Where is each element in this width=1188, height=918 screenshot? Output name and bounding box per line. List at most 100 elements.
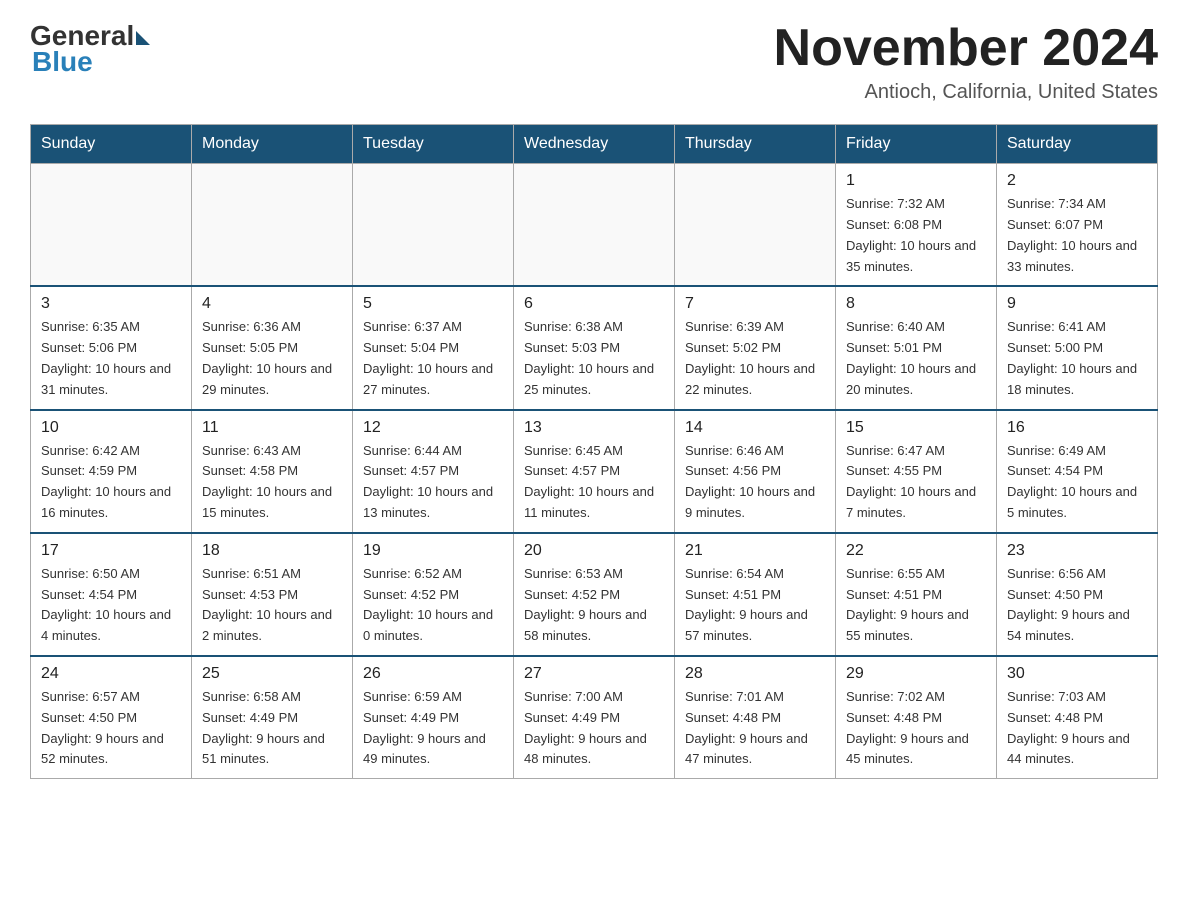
- calendar-cell: 29Sunrise: 7:02 AMSunset: 4:48 PMDayligh…: [836, 656, 997, 779]
- day-number: 23: [1007, 542, 1147, 560]
- day-number: 30: [1007, 665, 1147, 683]
- day-info: Sunrise: 6:57 AMSunset: 4:50 PMDaylight:…: [41, 687, 181, 770]
- location-subtitle: Antioch, California, United States: [774, 81, 1158, 104]
- day-number: 3: [41, 295, 181, 313]
- calendar-week-row: 24 Sunrise: 6:57 AMSunset: 4:50 PMDayligh…: [31, 656, 1158, 779]
- day-number: 18: [202, 542, 342, 560]
- calendar-cell: 20 Sunrise: 6:53 AMSunset: 4:52 PMDayligh…: [514, 533, 675, 656]
- day-number: 21: [685, 542, 825, 560]
- day-info: Sunrise: 6:52 AMSunset: 4:52 PMDaylight:…: [363, 564, 503, 647]
- weekday-header-saturday: Saturday: [997, 125, 1158, 164]
- calendar-cell: [675, 164, 836, 287]
- day-info: Sunrise: 7:03 AMSunset: 4:48 PMDaylight:…: [1007, 687, 1147, 770]
- day-info: Sunrise: 6:47 AMSunset: 4:55 PMDaylight:…: [846, 441, 986, 524]
- day-info: Sunrise: 6:54 AMSunset: 4:51 PMDaylight:…: [685, 564, 825, 647]
- day-number: 10: [41, 419, 181, 437]
- day-number: 4: [202, 295, 342, 313]
- day-number: 6: [524, 295, 664, 313]
- calendar-cell: 1 Sunrise: 7:32 AMSunset: 6:08 PMDaylight…: [836, 164, 997, 287]
- calendar-cell: 22 Sunrise: 6:55 AMSunset: 4:51 PMDayligh…: [836, 533, 997, 656]
- calendar-cell: 6 Sunrise: 6:38 AMSunset: 5:03 PMDaylight…: [514, 286, 675, 409]
- day-number: 29: [846, 665, 986, 683]
- calendar-cell: 16Sunrise: 6:49 AMSunset: 4:54 PMDayligh…: [997, 410, 1158, 533]
- title-area: November 2024 Antioch, California, Unite…: [774, 20, 1158, 104]
- day-number: 24: [41, 665, 181, 683]
- weekday-header-sunday: Sunday: [31, 125, 192, 164]
- weekday-header-tuesday: Tuesday: [353, 125, 514, 164]
- weekday-header-monday: Monday: [192, 125, 353, 164]
- calendar-cell: [514, 164, 675, 287]
- calendar-cell: 2 Sunrise: 7:34 AMSunset: 6:07 PMDaylight…: [997, 164, 1158, 287]
- day-number: 9: [1007, 295, 1147, 313]
- calendar-cell: 27 Sunrise: 7:00 AMSunset: 4:49 PMDayligh…: [514, 656, 675, 779]
- day-number: 25: [202, 665, 342, 683]
- calendar-cell: 7 Sunrise: 6:39 AMSunset: 5:02 PMDaylight…: [675, 286, 836, 409]
- calendar-cell: 24 Sunrise: 6:57 AMSunset: 4:50 PMDayligh…: [31, 656, 192, 779]
- calendar-cell: 8Sunrise: 6:40 AMSunset: 5:01 PMDaylight…: [836, 286, 997, 409]
- calendar-cell: 14 Sunrise: 6:46 AMSunset: 4:56 PMDayligh…: [675, 410, 836, 533]
- day-info: Sunrise: 6:50 AMSunset: 4:54 PMDaylight:…: [41, 564, 181, 647]
- day-info: Sunrise: 6:35 AMSunset: 5:06 PMDaylight:…: [41, 317, 181, 400]
- day-number: 2: [1007, 172, 1147, 190]
- day-info: Sunrise: 6:56 AMSunset: 4:50 PMDaylight:…: [1007, 564, 1147, 647]
- calendar-cell: 13Sunrise: 6:45 AMSunset: 4:57 PMDayligh…: [514, 410, 675, 533]
- day-info: Sunrise: 6:46 AMSunset: 4:56 PMDaylight:…: [685, 441, 825, 524]
- calendar-cell: 23 Sunrise: 6:56 AMSunset: 4:50 PMDayligh…: [997, 533, 1158, 656]
- weekday-header-wednesday: Wednesday: [514, 125, 675, 164]
- calendar-cell: [192, 164, 353, 287]
- day-info: Sunrise: 6:42 AMSunset: 4:59 PMDaylight:…: [41, 441, 181, 524]
- calendar-cell: 9 Sunrise: 6:41 AMSunset: 5:00 PMDaylight…: [997, 286, 1158, 409]
- calendar-cell: 4 Sunrise: 6:36 AMSunset: 5:05 PMDaylight…: [192, 286, 353, 409]
- logo: General Blue: [30, 20, 150, 78]
- day-info: Sunrise: 7:34 AMSunset: 6:07 PMDaylight:…: [1007, 194, 1147, 277]
- calendar-cell: 25Sunrise: 6:58 AMSunset: 4:49 PMDayligh…: [192, 656, 353, 779]
- calendar-cell: 19Sunrise: 6:52 AMSunset: 4:52 PMDayligh…: [353, 533, 514, 656]
- day-info: Sunrise: 6:36 AMSunset: 5:05 PMDaylight:…: [202, 317, 342, 400]
- day-info: Sunrise: 7:00 AMSunset: 4:49 PMDaylight:…: [524, 687, 664, 770]
- day-info: Sunrise: 6:38 AMSunset: 5:03 PMDaylight:…: [524, 317, 664, 400]
- day-info: Sunrise: 6:51 AMSunset: 4:53 PMDaylight:…: [202, 564, 342, 647]
- calendar-cell: 12Sunrise: 6:44 AMSunset: 4:57 PMDayligh…: [353, 410, 514, 533]
- day-number: 11: [202, 419, 342, 437]
- day-number: 7: [685, 295, 825, 313]
- month-title: November 2024: [774, 20, 1158, 77]
- day-info: Sunrise: 6:55 AMSunset: 4:51 PMDaylight:…: [846, 564, 986, 647]
- day-info: Sunrise: 6:39 AMSunset: 5:02 PMDaylight:…: [685, 317, 825, 400]
- day-number: 13: [524, 419, 664, 437]
- day-number: 1: [846, 172, 986, 190]
- logo-blue: Blue: [32, 46, 93, 78]
- calendar-cell: 26 Sunrise: 6:59 AMSunset: 4:49 PMDayligh…: [353, 656, 514, 779]
- calendar-cell: 11 Sunrise: 6:43 AMSunset: 4:58 PMDayligh…: [192, 410, 353, 533]
- day-info: Sunrise: 6:53 AMSunset: 4:52 PMDaylight:…: [524, 564, 664, 647]
- day-number: 16: [1007, 419, 1147, 437]
- calendar-cell: 17Sunrise: 6:50 AMSunset: 4:54 PMDayligh…: [31, 533, 192, 656]
- calendar-cell: 30 Sunrise: 7:03 AMSunset: 4:48 PMDayligh…: [997, 656, 1158, 779]
- calendar-week-row: 3 Sunrise: 6:35 AMSunset: 5:06 PMDaylight…: [31, 286, 1158, 409]
- day-number: 27: [524, 665, 664, 683]
- day-number: 26: [363, 665, 503, 683]
- weekday-header-friday: Friday: [836, 125, 997, 164]
- calendar-cell: [31, 164, 192, 287]
- day-number: 20: [524, 542, 664, 560]
- day-info: Sunrise: 6:59 AMSunset: 4:49 PMDaylight:…: [363, 687, 503, 770]
- calendar-cell: [353, 164, 514, 287]
- day-number: 22: [846, 542, 986, 560]
- page-header: General Blue November 2024 Antioch, Cali…: [30, 20, 1158, 104]
- calendar-cell: 5Sunrise: 6:37 AMSunset: 5:04 PMDaylight…: [353, 286, 514, 409]
- day-info: Sunrise: 6:41 AMSunset: 5:00 PMDaylight:…: [1007, 317, 1147, 400]
- day-info: Sunrise: 6:44 AMSunset: 4:57 PMDaylight:…: [363, 441, 503, 524]
- day-number: 14: [685, 419, 825, 437]
- calendar-cell: 21 Sunrise: 6:54 AMSunset: 4:51 PMDayligh…: [675, 533, 836, 656]
- day-number: 28: [685, 665, 825, 683]
- calendar-cell: 3 Sunrise: 6:35 AMSunset: 5:06 PMDaylight…: [31, 286, 192, 409]
- day-number: 5: [363, 295, 503, 313]
- calendar-cell: 15 Sunrise: 6:47 AMSunset: 4:55 PMDayligh…: [836, 410, 997, 533]
- weekday-header-thursday: Thursday: [675, 125, 836, 164]
- day-number: 15: [846, 419, 986, 437]
- day-info: Sunrise: 6:43 AMSunset: 4:58 PMDaylight:…: [202, 441, 342, 524]
- logo-arrow-icon: [136, 31, 150, 45]
- calendar-week-row: 10 Sunrise: 6:42 AMSunset: 4:59 PMDayligh…: [31, 410, 1158, 533]
- calendar-cell: 28Sunrise: 7:01 AMSunset: 4:48 PMDayligh…: [675, 656, 836, 779]
- day-info: Sunrise: 7:32 AMSunset: 6:08 PMDaylight:…: [846, 194, 986, 277]
- calendar-header-row: SundayMondayTuesdayWednesdayThursdayFrid…: [31, 125, 1158, 164]
